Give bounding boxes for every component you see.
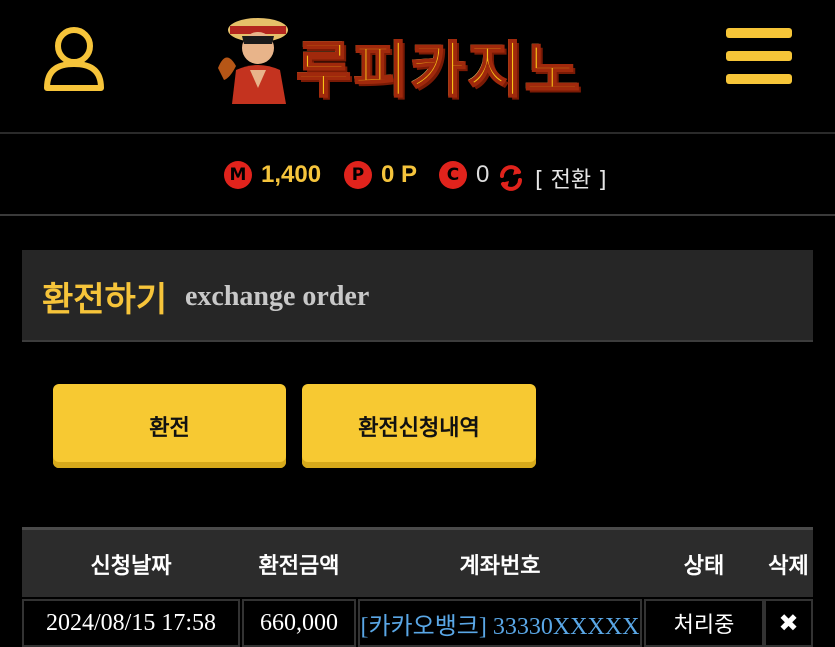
convert-button[interactable]: [ 전환 ]: [497, 162, 607, 194]
page-title-panel: 환전하기 exchange order: [22, 250, 813, 342]
site-logo[interactable]: 루피카지노: [216, 8, 632, 107]
convert-label: [ 전환 ]: [535, 168, 607, 193]
money-value: 1,400: [261, 161, 322, 188]
cell-status: 처리중: [644, 599, 764, 647]
page-title: 환전하기: [42, 280, 168, 320]
hamburger-menu-icon[interactable]: [726, 28, 794, 86]
user-icon[interactable]: [40, 24, 108, 94]
menu-bar: [726, 28, 792, 38]
exchange-table: 신청날짜 환전금액 계좌번호 상태 삭제 2024/08/15 17:58 66…: [22, 527, 813, 647]
exchange-history-button[interactable]: 환전신청내역: [302, 384, 536, 468]
point-balance: P 0 P: [344, 160, 417, 190]
coupon-value: 0: [476, 161, 490, 188]
table-header: 신청날짜 환전금액 계좌번호 상태 삭제: [22, 527, 813, 597]
column-header-delete: 삭제: [768, 553, 809, 579]
column-header-date: 신청날짜: [90, 553, 172, 579]
cell-date: 2024/08/15 17:58: [22, 599, 240, 647]
page-subtitle: exchange order: [185, 281, 370, 312]
balance-bar: M 1,400 P 0 P C 0 [ 전환 ]: [0, 134, 835, 214]
logo-text: 루피카지노: [295, 35, 582, 107]
column-header-account: 계좌번호: [459, 553, 541, 579]
point-value: 0 P: [381, 161, 418, 188]
exchange-button[interactable]: 환전: [53, 384, 286, 468]
app-header: 루피카지노: [0, 0, 835, 132]
column-header-amount: 환전금액: [258, 553, 340, 579]
point-badge-icon: P: [344, 161, 372, 189]
delete-button[interactable]: ✖: [764, 599, 813, 647]
close-icon: ✖: [778, 609, 799, 637]
column-header-status: 상태: [683, 553, 725, 579]
refresh-icon: [500, 165, 522, 191]
menu-bar: [726, 51, 792, 61]
coupon-badge-icon: C: [439, 161, 467, 189]
table-row: 2024/08/15 17:58 660,000 [카카오뱅크] 33330XX…: [22, 599, 813, 647]
money-balance: M 1,400: [224, 160, 321, 190]
cell-amount: 660,000: [242, 599, 356, 647]
money-badge-icon: M: [224, 161, 252, 189]
menu-bar: [726, 74, 792, 84]
coupon-balance: C 0: [439, 160, 489, 190]
divider: [0, 214, 835, 216]
cell-account: [카카오뱅크] 33330XXXXX: [358, 599, 642, 647]
